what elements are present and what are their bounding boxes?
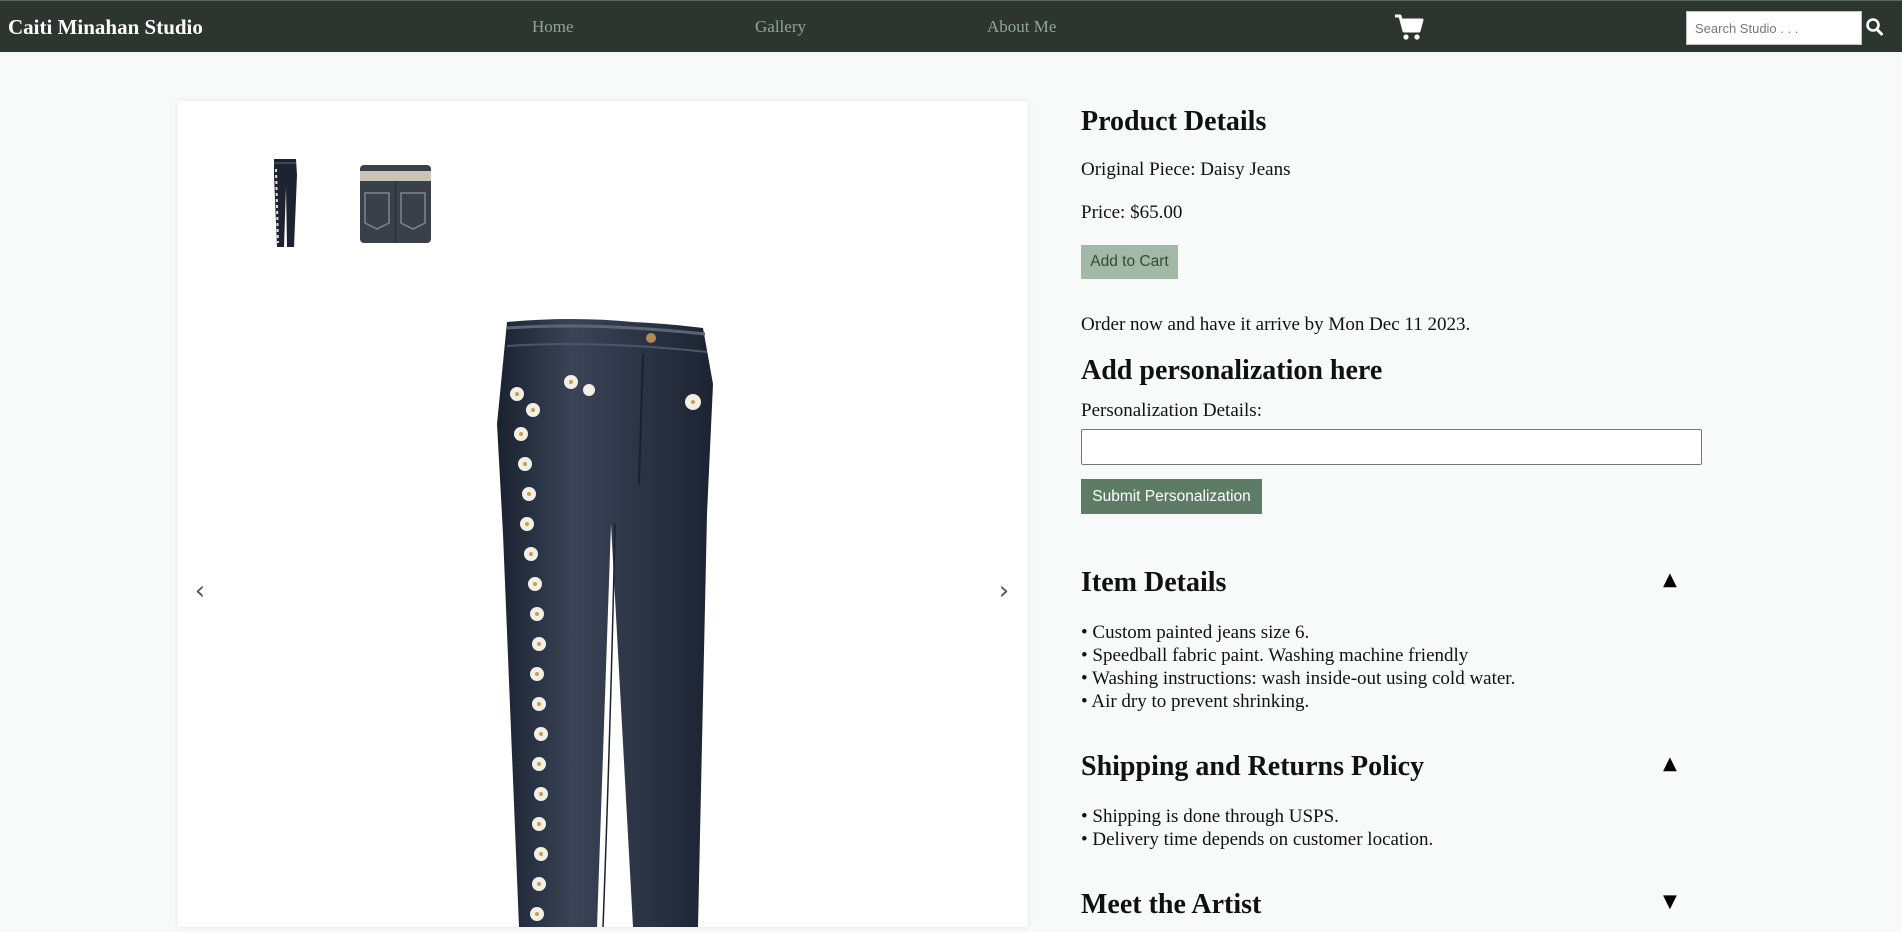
list-item: • Custom painted jeans size 6. bbox=[1081, 622, 1310, 643]
product-details-heading: Product Details bbox=[1081, 106, 1267, 137]
item-details-list: • Custom painted jeans size 6. • Speedba… bbox=[1081, 621, 1515, 713]
magnifier-icon[interactable] bbox=[1864, 15, 1886, 39]
list-item: • Washing instructions: wash inside-out … bbox=[1081, 668, 1516, 689]
item-details-collapse-arrow[interactable]: ▲ bbox=[1663, 569, 1677, 590]
add-to-cart-button[interactable]: Add to Cart bbox=[1081, 245, 1178, 279]
top-navigation-bar: Caiti Minahan Studio Home Gallery About … bbox=[0, 0, 1902, 52]
shipping-returns-collapse-arrow[interactable]: ▲ bbox=[1663, 753, 1677, 774]
submit-personalization-button[interactable]: Submit Personalization bbox=[1081, 479, 1262, 514]
list-item: • Shipping is done through USPS. bbox=[1081, 806, 1339, 827]
jeans-back-thumbnail[interactable] bbox=[359, 163, 432, 245]
nav-link-home[interactable]: Home bbox=[532, 17, 574, 37]
list-item: • Speedball fabric paint. Washing machin… bbox=[1081, 645, 1469, 666]
nav-link-gallery[interactable]: Gallery bbox=[755, 17, 806, 37]
shopping-cart-icon[interactable] bbox=[1394, 13, 1424, 41]
site-brand[interactable]: Caiti Minahan Studio bbox=[8, 15, 203, 40]
next-image-arrow[interactable]: › bbox=[990, 571, 1018, 611]
personalization-input[interactable] bbox=[1081, 429, 1702, 465]
product-image-gallery: ‹ › bbox=[178, 101, 1028, 928]
nav-link-about-me[interactable]: About Me bbox=[987, 17, 1056, 37]
shipping-returns-list: • Shipping is done through USPS. • Deliv… bbox=[1081, 805, 1433, 851]
personalization-label: Personalization Details: bbox=[1081, 400, 1262, 421]
personalization-heading: Add personalization here bbox=[1081, 355, 1383, 386]
jeans-front-thumbnail[interactable] bbox=[270, 157, 302, 249]
search-input[interactable] bbox=[1686, 11, 1862, 45]
list-item: • Delivery time depends on customer loca… bbox=[1081, 829, 1434, 850]
shipping-returns-heading[interactable]: Shipping and Returns Policy bbox=[1081, 751, 1424, 783]
meet-the-artist-heading[interactable]: Meet the Artist bbox=[1081, 889, 1261, 921]
item-details-heading[interactable]: Item Details bbox=[1081, 567, 1226, 599]
meet-the-artist-expand-arrow[interactable]: ▼ bbox=[1663, 891, 1677, 912]
product-name: Original Piece: Daisy Jeans bbox=[1081, 159, 1291, 180]
main-product-image bbox=[493, 314, 733, 928]
list-item: • Air dry to prevent shrinking. bbox=[1081, 691, 1310, 712]
product-price: Price: $65.00 bbox=[1081, 202, 1183, 223]
previous-image-arrow[interactable]: ‹ bbox=[186, 571, 214, 611]
delivery-estimate: Order now and have it arrive by Mon Dec … bbox=[1081, 314, 1471, 335]
